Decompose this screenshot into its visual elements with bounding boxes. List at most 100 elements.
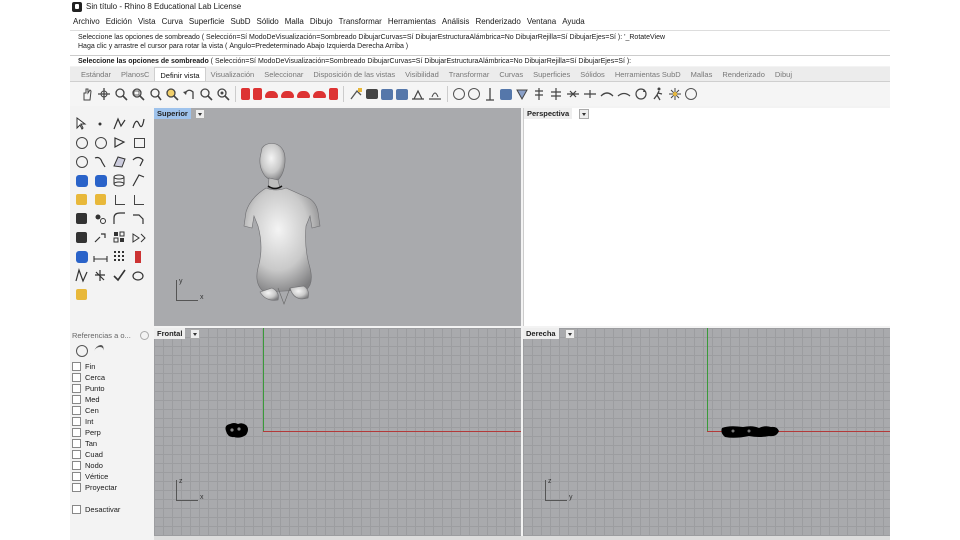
viewport-tabs-strip[interactable] [154,536,890,540]
tab-renderizado[interactable]: Renderizado [717,67,770,81]
viewport-menu-icon[interactable] [190,329,200,339]
mannequin-side-silhouette[interactable] [719,422,789,442]
sun-icon[interactable] [668,87,682,101]
zoom-target-icon[interactable] [216,87,230,101]
osnap-option[interactable]: Int [72,416,117,427]
checkbox[interactable] [72,362,81,371]
cylinder-icon[interactable] [112,173,127,188]
checkbox[interactable] [72,417,81,426]
osnap-target-icon[interactable] [76,345,88,357]
mirror-icon[interactable] [131,230,146,245]
group-icon[interactable] [93,211,108,226]
trim-icon[interactable] [115,195,125,205]
polygon-icon[interactable] [112,135,127,150]
explode-icon[interactable] [76,194,87,205]
chamfer-icon[interactable] [131,211,146,226]
tab-superficies[interactable]: Superficies [528,67,575,81]
viewport-menu-icon[interactable] [195,109,205,119]
walkabout-icon[interactable] [532,87,546,101]
checkbox[interactable] [72,483,81,492]
tab-dibujo[interactable]: Dibuj [770,67,797,81]
set-view-icon[interactable] [428,87,442,101]
car-icon[interactable] [281,90,294,98]
menu-analisis[interactable]: Análisis [439,14,473,30]
tab-visibilidad[interactable]: Visibilidad [400,67,444,81]
viewport-perspective[interactable]: Perspectiva [523,108,890,326]
zoom-dynamic-icon[interactable] [199,87,213,101]
offset-curve-icon[interactable] [93,154,108,169]
checkbox[interactable] [72,472,81,481]
camera-icon[interactable] [366,89,378,99]
viewport-title[interactable]: Frontal [154,328,186,339]
osnap-filter-icon[interactable] [91,345,106,357]
mesh-icon[interactable] [76,251,88,263]
viewport-title[interactable]: Superior [154,108,191,119]
loft-icon[interactable] [131,154,146,169]
menu-dibujo[interactable]: Dibujo [307,14,336,30]
viewport-menu-icon[interactable] [565,329,575,339]
menu-subd[interactable]: SubD [228,14,254,30]
zoom-window-icon[interactable] [131,87,145,101]
check-icon[interactable] [112,268,127,283]
checkbox[interactable] [72,373,81,382]
curve-analysis-icon[interactable] [131,268,146,283]
set-camera-icon[interactable] [411,87,425,101]
lens-icon[interactable] [515,87,529,101]
red-object-icon[interactable] [241,88,250,100]
rectangle-icon[interactable] [134,138,145,148]
tab-transformar[interactable]: Transformar [444,67,495,81]
undo-view-icon[interactable] [182,87,196,101]
checkbox[interactable] [72,439,81,448]
tab-solidos[interactable]: Sólidos [575,67,610,81]
tab-mallas[interactable]: Mallas [686,67,718,81]
osnap-option[interactable]: Cerca [72,372,117,383]
osnap-option[interactable]: Proyectar [72,482,117,493]
red-object-icon[interactable] [329,88,338,100]
viewport-top[interactable]: Superior y x [154,108,521,326]
osnap-option[interactable]: Nodo [72,460,117,471]
cplane-icon[interactable] [685,88,697,100]
close-panel-icon[interactable] [140,331,149,340]
checkbox[interactable] [72,461,81,470]
twist-icon[interactable] [566,87,580,101]
properties-icon[interactable] [93,268,108,283]
menu-transformar[interactable]: Transformar [336,14,385,30]
render-object-icon[interactable] [135,251,141,263]
rotate-360-icon[interactable] [634,87,648,101]
extrude-icon[interactable] [131,173,146,188]
viewport-title[interactable]: Derecha [523,328,559,339]
split-view-icon[interactable] [549,87,563,101]
osnap-option[interactable]: Fin [72,361,117,372]
tab-planosc[interactable]: PlanosC [116,67,154,81]
analyze-icon[interactable] [74,268,89,283]
viewport-title[interactable]: Perspectiva [524,108,573,119]
polyline-icon[interactable] [112,116,127,131]
menu-ventana[interactable]: Ventana [524,14,559,30]
menu-curva[interactable]: Curva [159,14,186,30]
copy-icon[interactable] [93,230,108,245]
checkbox[interactable] [72,450,81,459]
command-prompt-options[interactable]: ( Selección=Sí ModoDeVisualización=Sombr… [209,58,631,65]
tab-seleccionar[interactable]: Seleccionar [259,67,308,81]
elevator-icon[interactable] [483,87,497,101]
save-view-icon[interactable] [381,88,393,100]
osnap-option[interactable]: Cen [72,405,117,416]
viewport-right[interactable]: Derecha z y [523,328,890,536]
fillet-icon[interactable] [112,211,127,226]
menu-ayuda[interactable]: Ayuda [559,14,588,30]
dimension-icon[interactable] [93,249,108,264]
menu-edicion[interactable]: Edición [103,14,135,30]
menu-malla[interactable]: Malla [282,14,307,30]
circle-icon[interactable] [76,137,88,149]
surface-from-curves-icon[interactable] [112,154,127,169]
select-arrow-icon[interactable] [74,116,89,131]
move-icon[interactable] [76,232,87,243]
boolean-icon[interactable] [95,194,106,205]
join-icon[interactable] [76,213,87,224]
target-icon[interactable] [453,88,465,100]
array-icon[interactable] [112,230,127,245]
turntable-icon[interactable] [617,87,631,101]
osnap-option[interactable]: Tan [72,438,117,449]
checkbox[interactable] [72,395,81,404]
osnap-option[interactable]: Perp [72,427,117,438]
